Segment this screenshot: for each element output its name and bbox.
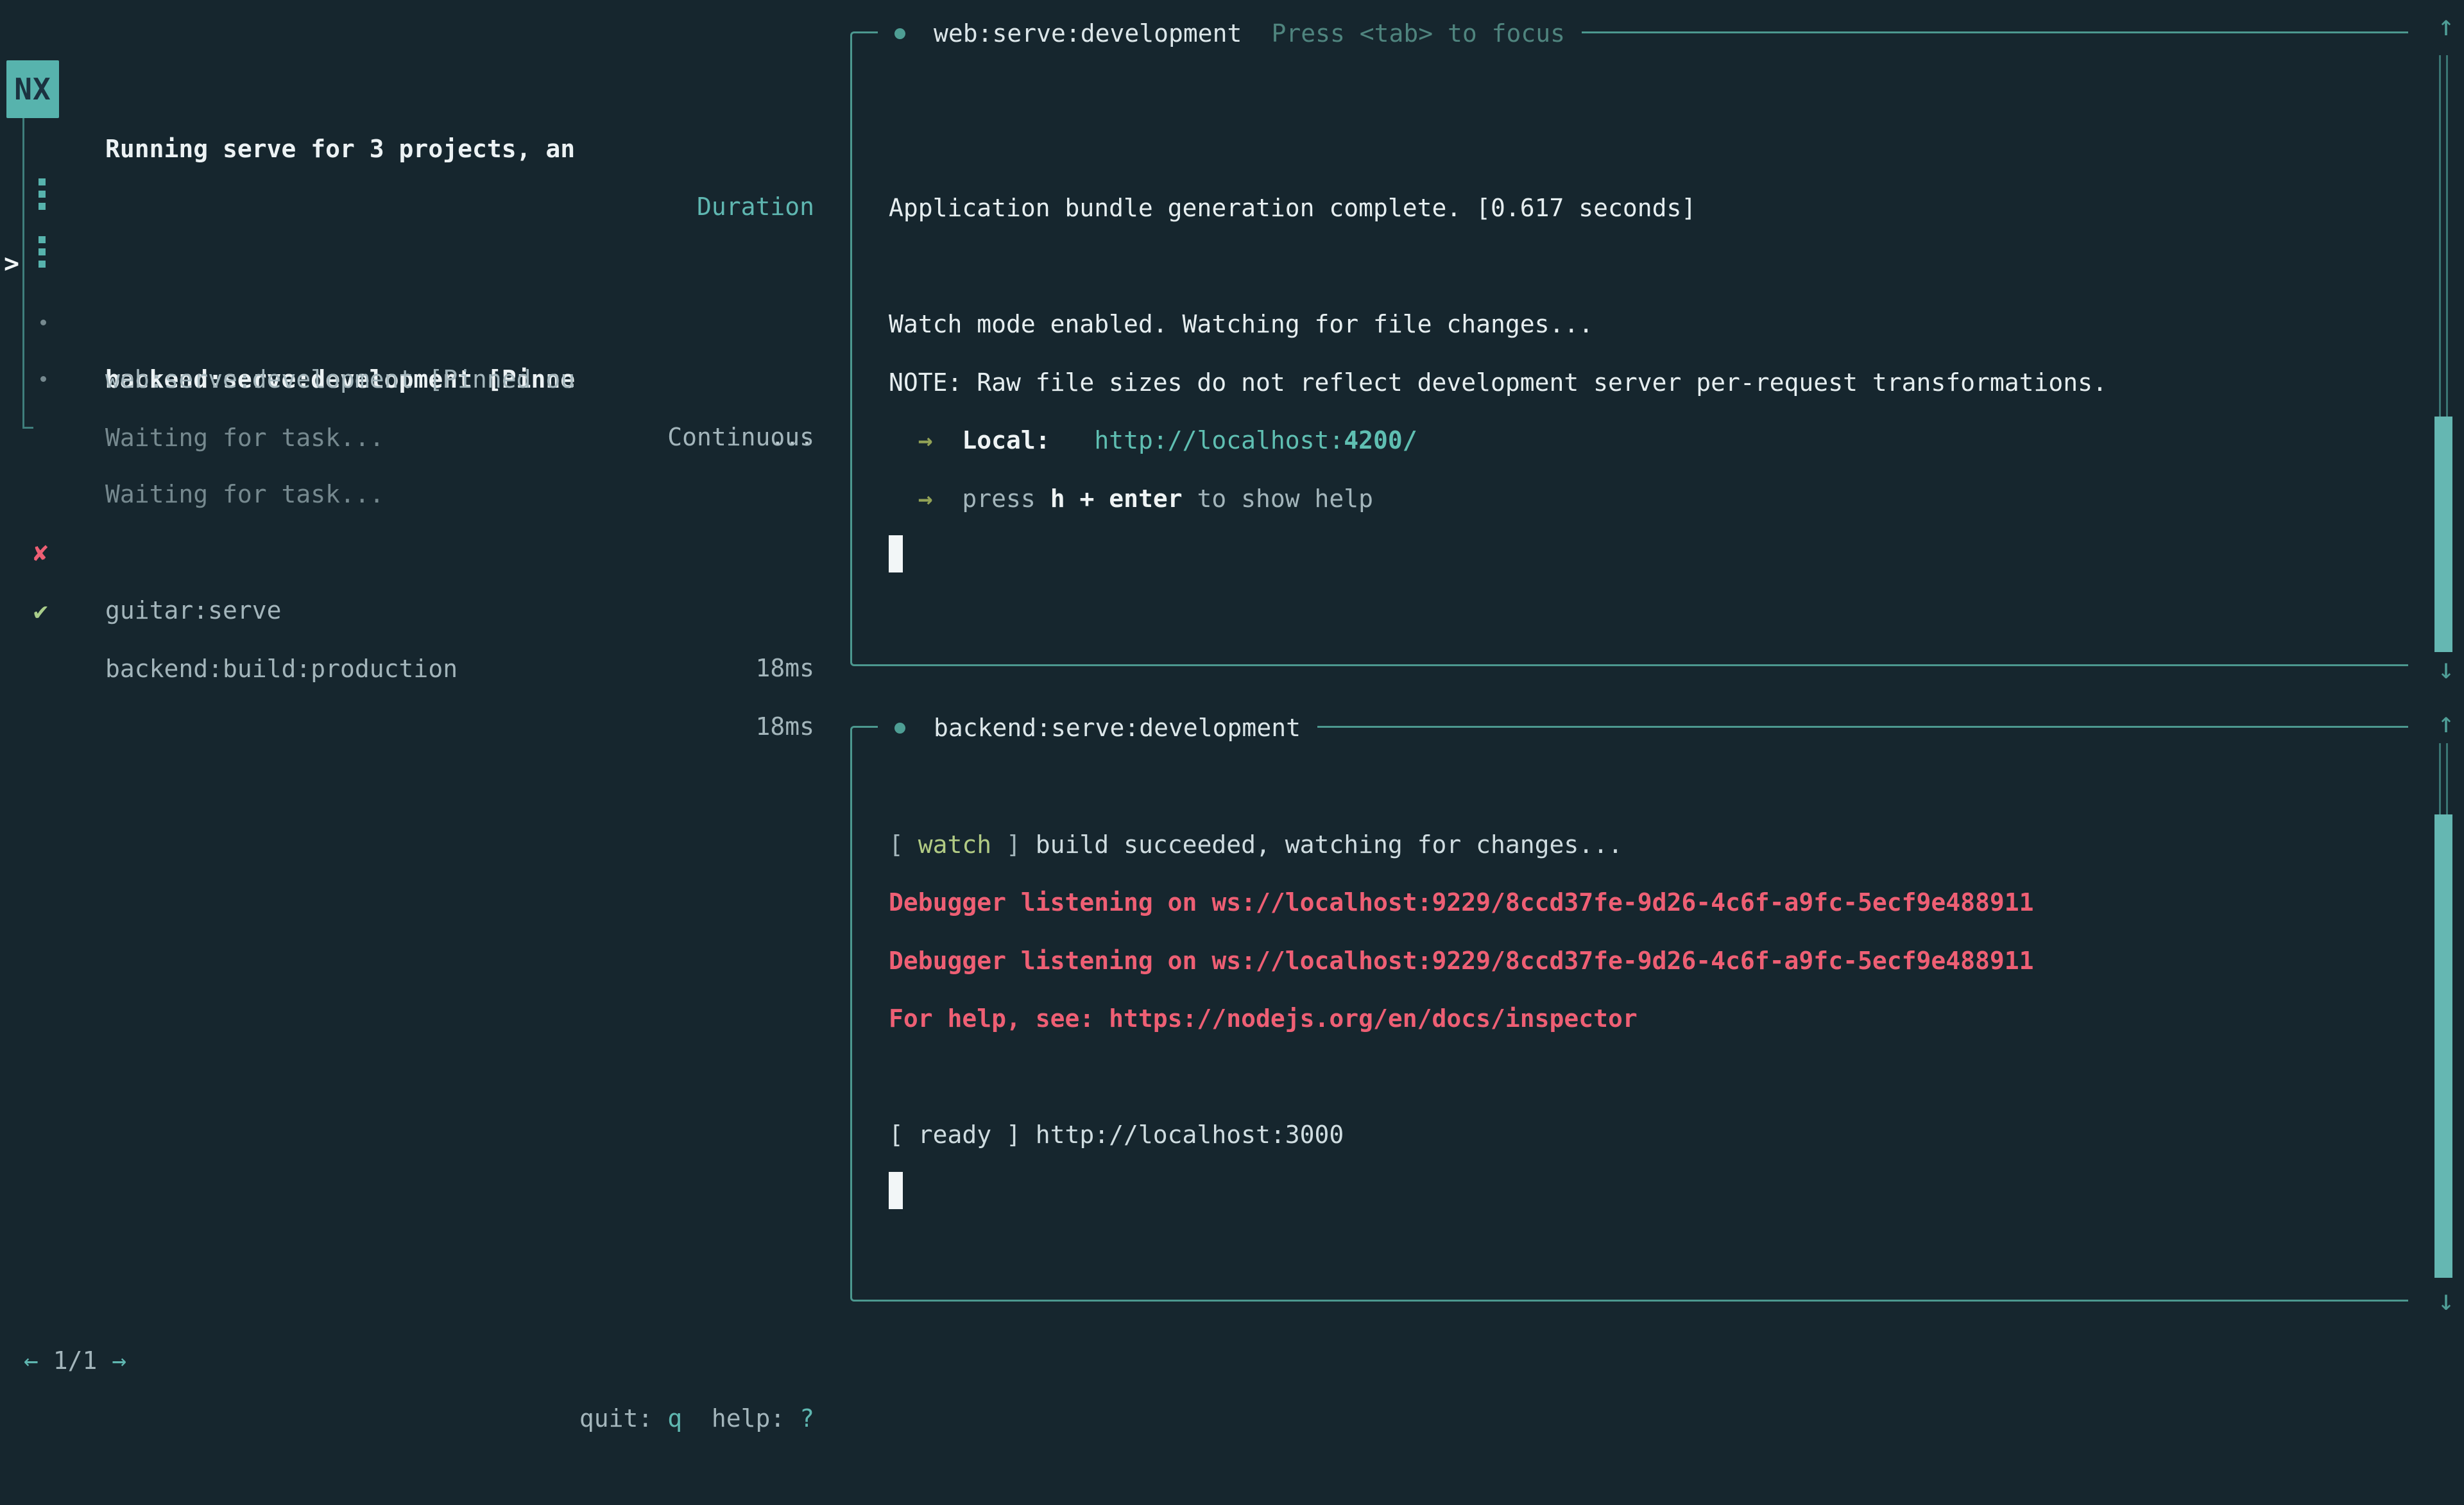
scrollbar-track[interactable] [2439, 743, 2448, 814]
status-dot-icon [894, 723, 905, 734]
panel-web-serve-development[interactable]: web:serve:development Press <tab> to foc… [850, 31, 2408, 666]
task-label: guitar:serve [105, 581, 282, 639]
sidebar: NX Running serve for 3 projects, an Dura… [0, 0, 814, 1386]
scroll-down-icon[interactable]: ↓ [2428, 652, 2464, 687]
run-summary-title: Running serve for 3 projects, an [105, 120, 575, 178]
status-dot-icon [894, 28, 905, 39]
task-row-web-serve[interactable]: web:serve:development [Pinned ou Continu… [0, 235, 814, 293]
panel-backend-serve-development[interactable]: backend:serve:development [ watch ] buil… [850, 726, 2408, 1302]
panel-legend: web:serve:development Press <tab> to foc… [878, 15, 1582, 51]
nx-tui-screen: NX Running serve for 3 projects, an Dura… [0, 0, 2464, 1386]
panel-title: web:serve:development [934, 15, 1242, 51]
quit-key: q [667, 1404, 682, 1432]
pagination: ← 1/1 → [24, 1332, 126, 1389]
scrollbar-thumb[interactable] [2434, 417, 2452, 652]
task-row-backend-serve[interactable]: > backend:serve:development [Pinne ... [0, 177, 814, 235]
task-label: backend:build:production [105, 640, 458, 698]
quit-hint-label: quit: [579, 1404, 667, 1432]
task-row-waiting-1[interactable]: Waiting for task... [0, 293, 814, 351]
help-key: ? [800, 1404, 814, 1432]
spinner-icon [38, 178, 46, 210]
scrollbar-thumb[interactable] [2434, 814, 2452, 1278]
waiting-dot-icon [40, 320, 46, 325]
page-indicator: 1/1 [38, 1346, 112, 1375]
page-next-icon[interactable]: → [112, 1346, 126, 1375]
page-prev-icon[interactable]: ← [24, 1346, 38, 1375]
scrollbar-track[interactable] [2439, 55, 2448, 417]
scroll-up-icon[interactable]: ↑ [2428, 706, 2464, 741]
keyboard-hints: quit: q help: ? [579, 1389, 814, 1447]
scroll-up-icon[interactable]: ↑ [2428, 9, 2464, 44]
waiting-dot-icon [40, 376, 46, 382]
sidebar-header: Running serve for 3 projects, an Duratio… [0, 62, 814, 120]
task-duration: 18ms [755, 639, 814, 697]
sidebar-footer: ← 1/1 → quit: q help: ? [0, 1274, 814, 1332]
scroll-down-icon[interactable]: ↓ [2428, 1284, 2464, 1318]
task-row-backend-build[interactable]: ✔ backend:build:production 18ms [0, 524, 814, 582]
help-hint-label: help: [682, 1404, 800, 1432]
success-check-icon: ✔ [33, 582, 48, 640]
task-label: Waiting for task... [105, 409, 384, 467]
panel-title: backend:serve:development [934, 710, 1301, 746]
terminal-output: Application bundle generation complete. … [889, 63, 2408, 586]
task-duration: Continuous [667, 408, 814, 466]
panel-legend: backend:serve:development [878, 710, 1317, 746]
focus-hint: Press <tab> to focus [1271, 15, 1565, 51]
task-row-guitar-serve[interactable]: ✘ guitar:serve 18ms [0, 466, 814, 524]
terminal-output: [ watch ] build succeeded, watching for … [889, 757, 2408, 1222]
task-duration: 18ms [755, 698, 814, 755]
spinner-icon [38, 236, 46, 268]
task-row-waiting-2[interactable]: Waiting for task... [0, 350, 814, 408]
